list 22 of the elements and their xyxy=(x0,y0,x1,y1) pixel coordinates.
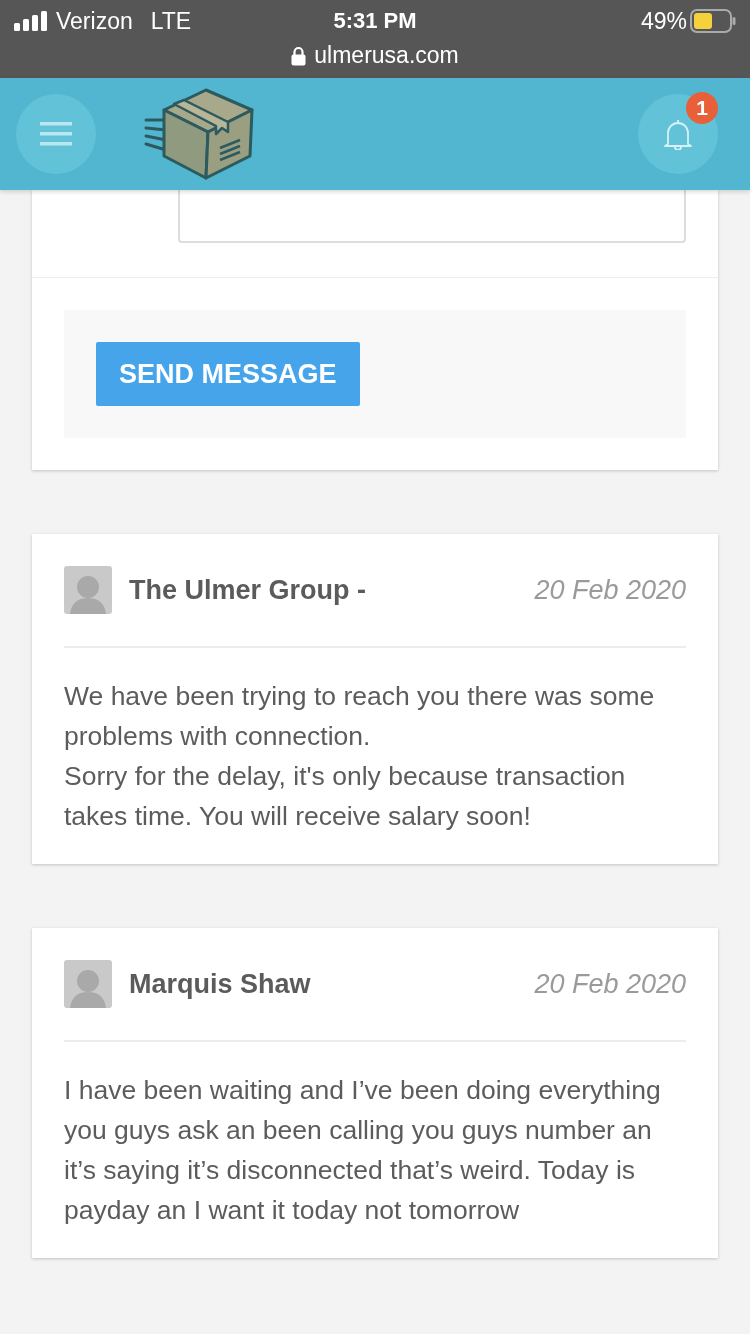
avatar-icon xyxy=(64,960,112,1008)
message-date: 20 Feb 2020 xyxy=(534,968,686,1000)
author-name: The Ulmer Group - xyxy=(129,574,366,606)
message-date: 20 Feb 2020 xyxy=(534,574,686,606)
carrier-name: Verizon xyxy=(56,7,133,35)
page-url[interactable]: ulmerusa.com xyxy=(314,42,459,69)
menu-icon xyxy=(40,121,72,147)
clock-time: 5:31 PM xyxy=(333,8,417,34)
send-message-button[interactable]: SEND MESSAGE xyxy=(96,342,360,406)
battery-icon xyxy=(690,9,736,33)
battery-percent: 49% xyxy=(640,7,687,35)
notification-badge: 1 xyxy=(686,92,718,124)
avatar-icon xyxy=(64,566,112,614)
notifications-button[interactable]: 1 xyxy=(638,94,718,174)
lock-icon xyxy=(291,45,307,66)
message-field[interactable] xyxy=(178,190,686,243)
message-text: I have been waiting and I’ve been doing everything you guys ask an been calling you guys number an it’s saying it’s disconnected that’s weird. Today is payday an I want it today not tomorrow xyxy=(64,1074,662,1227)
author-name: Marquis Shaw xyxy=(129,968,311,1000)
bell-icon xyxy=(663,118,693,150)
signal-icon xyxy=(14,11,48,31)
network-type: LTE xyxy=(150,7,192,35)
message-text: We have been trying to reach you there was some problems with connection. Sorry for the delay, it's only because transaction takes time. You will receive salary soon! xyxy=(64,680,656,833)
